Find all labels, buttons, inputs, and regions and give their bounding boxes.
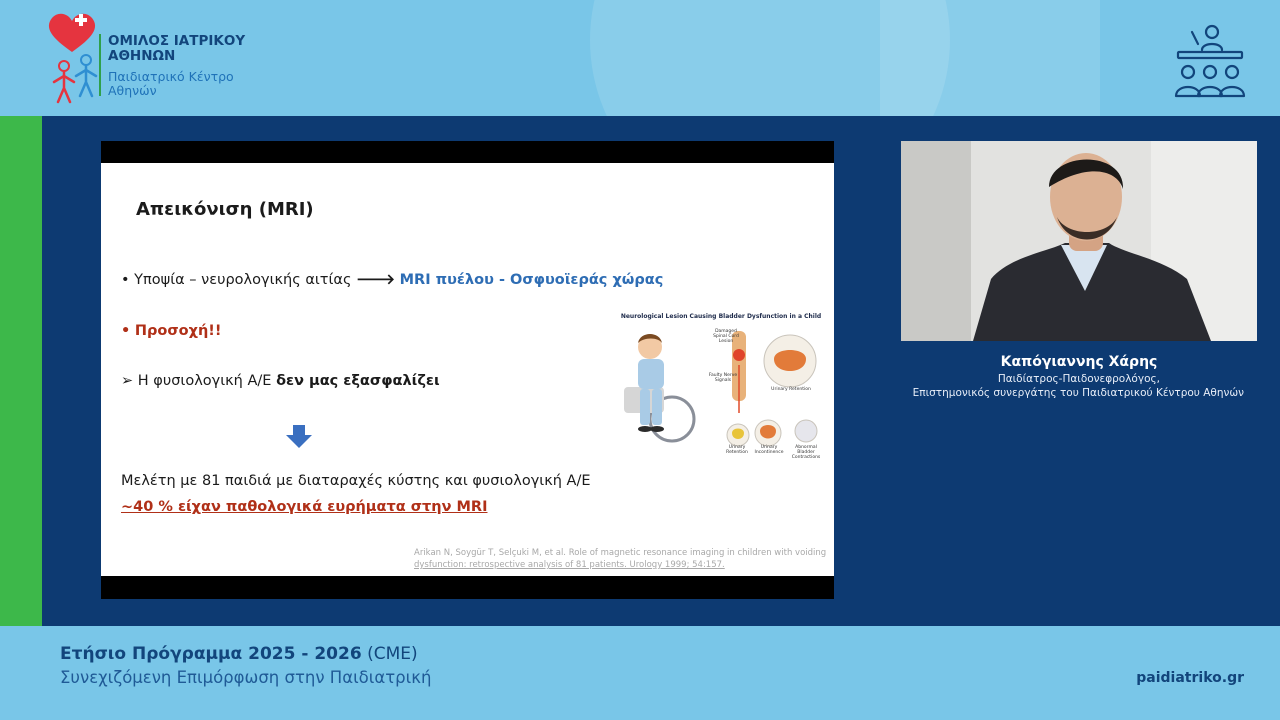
presentation-slide: Απεικόνιση (MRI) • Υποψία – νευρολογικής… xyxy=(101,163,834,576)
background-cross-shape xyxy=(880,0,1100,116)
top-banner: ΟΜΙΛΟΣ ΙΑΤΡΙΚΟΥ ΑΘΗΝΩΝ Παιδιατρικό Κέντρ… xyxy=(0,0,1280,116)
label-damaged: Damaged Spinal Cord Lesion xyxy=(713,329,739,344)
program-subtitle: Συνεχιζόμενη Επιμόρφωση στην Παιδιατρική xyxy=(60,668,432,687)
logo-subtitle: Παιδιατρικό Κέντρο Αθηνών xyxy=(108,69,234,98)
illustration-title: Neurological Lesion Causing Bladder Dysf… xyxy=(620,313,822,320)
bullet-dot-red: • xyxy=(121,323,131,339)
down-arrow-icon xyxy=(286,425,312,448)
sub-bullet-normal: ➢ Η φυσιολογική Α/Ε δεν μας εξασφαλίζει xyxy=(121,373,440,389)
green-side-strip xyxy=(0,116,42,626)
program-cme: (CME) xyxy=(361,644,418,664)
attention-text: Προσοχή!! xyxy=(134,323,222,339)
label-abnormal: Abnormal Bladder Contractions xyxy=(791,445,821,460)
sub-bullet-bold: δεν μας εξασφαλίζει xyxy=(276,373,440,389)
program-title: Ετήσιο Πρόγραμμα 2025 - 2026 (CME) xyxy=(60,644,418,664)
speaker-audience-icon xyxy=(1174,24,1246,98)
bullet-attention: • Προσοχή!! xyxy=(121,323,222,339)
label-retention-top: Urinary Retention xyxy=(771,387,811,392)
heart-cross-children-icon xyxy=(48,13,98,104)
bladder-dysfunction-illustration: Neurological Lesion Causing Bladder Dysf… xyxy=(616,313,826,461)
bullet-dot: • xyxy=(121,272,130,288)
result-line: ~40 % είχαν παθολογικά ευρήματα στην MRI xyxy=(121,499,488,515)
label-retention: Urinary Retention xyxy=(726,445,748,455)
speaker-name: Καπόγιαννης Χάρης xyxy=(1000,354,1158,370)
program-title-bold: Ετήσιο Πρόγραμμα 2025 - 2026 xyxy=(60,644,362,664)
speaker-affiliation: Επιστημονικός συνεργάτης του Παιδιατρικο… xyxy=(912,387,1244,399)
logo-title: ΟΜΙΛΟΣ ΙΑΤΡΙΚΟΥ ΑΘΗΝΩΝ xyxy=(108,33,246,64)
bullet1-highlight: MRI πυέλου - Οσφυοϊεράς χώρας xyxy=(399,272,664,288)
logo-separator xyxy=(99,34,101,96)
label-faulty: Faulty Nerve Signals xyxy=(708,373,738,383)
study-line: Μελέτη με 81 παιδιά με διαταραχές κύστης… xyxy=(121,473,591,489)
arrowhead-bullet-icon: ➢ xyxy=(121,373,134,389)
presentation-video[interactable]: Απεικόνιση (MRI) • Υποψία – νευρολογικής… xyxy=(101,141,834,599)
slide-title: Απεικόνιση (MRI) xyxy=(136,199,314,220)
speaker-video-image xyxy=(901,141,1257,341)
bullet-neurological: • Υποψία – νευρολογικής αιτίας 🡒 MRI πυέ… xyxy=(121,271,663,288)
website-link[interactable]: paidiatriko.gr xyxy=(1136,670,1244,686)
speaker-camera-feed[interactable] xyxy=(901,141,1257,341)
right-arrow-icon: 🡒 xyxy=(356,272,395,288)
label-incontinence: Urinary Incontinence xyxy=(754,445,784,455)
bullet1-text: Υποψία – νευρολογικής αιτίας xyxy=(134,272,357,288)
citation: Arikan N, Soygür T, Selçuki M, et al. Ro… xyxy=(414,548,827,570)
sub-bullet-text: Η φυσιολογική Α/Ε xyxy=(137,373,277,389)
child-wheelchair-image xyxy=(624,334,696,443)
speaker-role: Παιδίατρος-Παιδονεφρολόγος, xyxy=(997,373,1160,385)
